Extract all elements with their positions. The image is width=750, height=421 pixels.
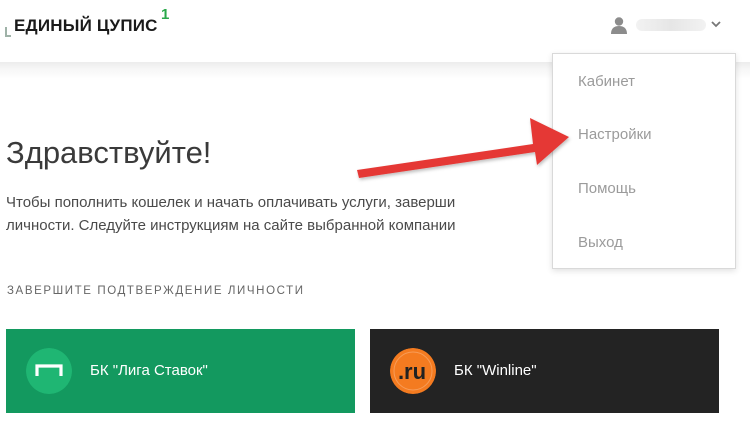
user-menu-toggle[interactable]	[606, 14, 726, 36]
intro-line-2: личности. Следуйте инструкциям на сайте …	[6, 217, 456, 234]
section-title: ЗАВЕРШИТЕ ПОДТВЕРЖДЕНИЕ ЛИЧНОСТИ	[7, 285, 305, 297]
card-winline[interactable]: .ru БК "Winline"	[370, 329, 719, 413]
menu-item-logout[interactable]: Выход	[553, 223, 735, 263]
winline-logo-text: .ru	[398, 359, 426, 384]
logo-corner-mark	[5, 27, 11, 37]
user-dropdown-menu: Кабинет Настройки Помощь Выход	[552, 53, 736, 269]
card-label: БК "Winline"	[454, 362, 537, 379]
username-blurred	[636, 19, 706, 31]
logo-superscript: 1	[161, 6, 170, 23]
liga-stavok-logo	[26, 348, 72, 394]
winline-logo: .ru	[390, 348, 436, 394]
menu-item-cabinet[interactable]: Кабинет	[553, 62, 735, 102]
card-label: БК "Лига Ставок"	[90, 362, 208, 379]
menu-item-help[interactable]: Помощь	[553, 169, 735, 209]
page-title: Здравствуйте!	[6, 135, 212, 170]
intro-text: Чтобы пополнить кошелек и начать оплачив…	[6, 191, 552, 237]
user-icon	[611, 17, 627, 34]
card-liga-stavok[interactable]: БК "Лига Ставок"	[6, 329, 355, 413]
chevron-down-icon	[711, 21, 721, 28]
menu-item-settings[interactable]: Настройки	[553, 115, 735, 155]
intro-line-1: Чтобы пополнить кошелек и начать оплачив…	[6, 194, 456, 211]
logo[interactable]: ЕДИНЫЙ ЦУПИС	[14, 16, 158, 36]
